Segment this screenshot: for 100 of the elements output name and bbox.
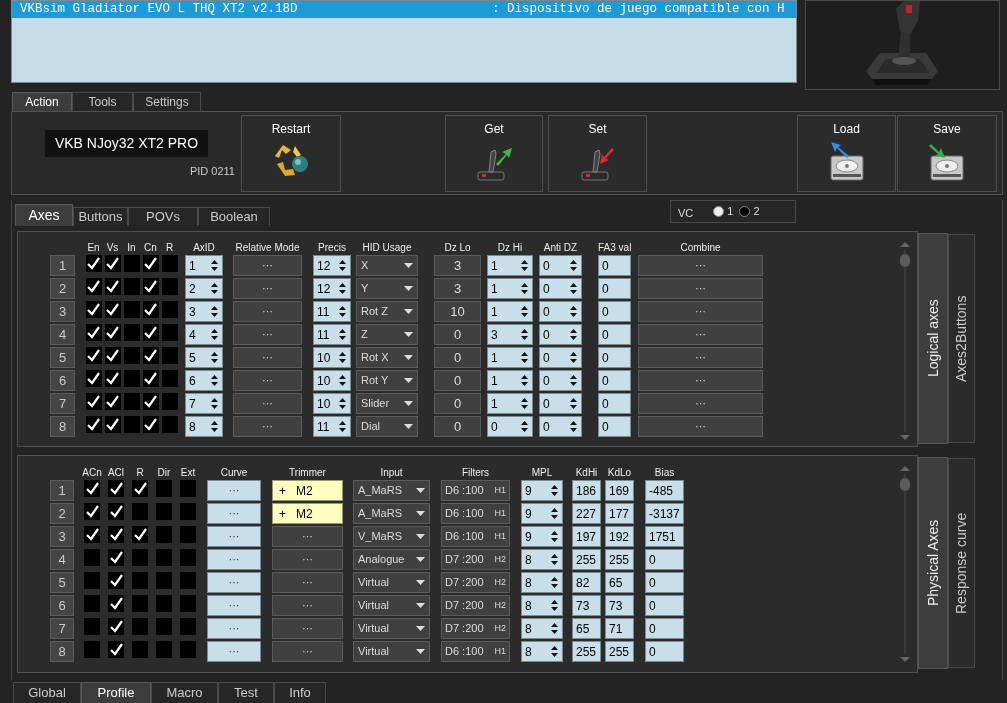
dropdown[interactable]: Z bbox=[356, 324, 418, 345]
dropdown[interactable]: Virtual bbox=[353, 595, 430, 616]
dropdown[interactable]: Virtual bbox=[353, 572, 430, 593]
kd-hi-field[interactable]: 255 bbox=[572, 641, 601, 662]
anti-dz-spinner[interactable]: 0 bbox=[539, 416, 582, 437]
relative-mode-button[interactable]: ··· bbox=[233, 416, 302, 437]
combine-button[interactable]: ··· bbox=[638, 255, 763, 276]
curve-button[interactable]: ··· bbox=[207, 572, 261, 593]
checkbox[interactable] bbox=[132, 526, 148, 543]
dz-hi-spinner[interactable]: 3 bbox=[487, 324, 533, 345]
tab[interactable]: Boolean bbox=[198, 207, 270, 226]
relative-mode-button[interactable]: ··· bbox=[233, 278, 302, 299]
bias-field[interactable]: -485 bbox=[645, 480, 684, 501]
filter-field[interactable]: D6 :100 H1 bbox=[441, 480, 510, 501]
anti-dz-spinner[interactable]: 0 bbox=[539, 393, 582, 414]
checkbox[interactable] bbox=[132, 572, 148, 589]
checkbox[interactable] bbox=[84, 572, 100, 589]
kd-lo-field[interactable]: 65 bbox=[605, 572, 634, 593]
dz-hi-spinner[interactable]: 1 bbox=[487, 301, 533, 322]
combine-button[interactable]: ··· bbox=[638, 393, 763, 414]
dz-lo-field[interactable]: 0 bbox=[434, 324, 481, 345]
row-number-button[interactable]: 5 bbox=[50, 572, 74, 593]
row-number-button[interactable]: 4 bbox=[50, 324, 75, 345]
kd-lo-field[interactable]: 255 bbox=[605, 641, 634, 662]
checkbox[interactable] bbox=[156, 549, 172, 566]
checkbox[interactable] bbox=[132, 595, 148, 612]
checkbox[interactable] bbox=[123, 370, 140, 387]
checkbox[interactable] bbox=[180, 595, 196, 612]
checkbox[interactable] bbox=[108, 503, 124, 520]
dropdown[interactable]: Analogue bbox=[353, 549, 430, 570]
dropdown[interactable]: V_MaRS bbox=[353, 526, 430, 547]
mpl-spinner[interactable]: 9 bbox=[521, 503, 563, 524]
tab[interactable]: Action bbox=[12, 92, 72, 111]
axid-spinner[interactable]: 8 bbox=[185, 416, 223, 437]
checkbox[interactable] bbox=[85, 278, 102, 295]
checkbox[interactable] bbox=[84, 526, 100, 543]
dropdown[interactable]: A_MaRS bbox=[353, 503, 430, 524]
checkbox[interactable] bbox=[161, 301, 178, 318]
checkbox[interactable] bbox=[104, 393, 121, 410]
checkbox[interactable] bbox=[108, 641, 124, 658]
dropdown[interactable]: Rot X bbox=[356, 347, 418, 368]
checkbox[interactable] bbox=[85, 416, 102, 433]
kd-hi-field[interactable]: 82 bbox=[572, 572, 601, 593]
checkbox[interactable] bbox=[123, 347, 140, 364]
checkbox[interactable] bbox=[180, 549, 196, 566]
row-number-button[interactable]: 3 bbox=[50, 301, 75, 322]
action-button[interactable]: Restart bbox=[241, 115, 341, 192]
row-number-button[interactable]: 6 bbox=[50, 595, 74, 616]
fa3-field[interactable]: 0 bbox=[598, 278, 631, 299]
combine-button[interactable]: ··· bbox=[638, 324, 763, 345]
checkbox[interactable] bbox=[85, 324, 102, 341]
precision-spinner[interactable]: 10 bbox=[313, 370, 351, 391]
row-number-button[interactable]: 1 bbox=[50, 255, 75, 276]
kd-hi-field[interactable]: 197 bbox=[572, 526, 601, 547]
filter-field[interactable]: D7 :200 H2 bbox=[441, 572, 510, 593]
action-button[interactable]: Load bbox=[797, 115, 896, 192]
checkbox[interactable] bbox=[132, 618, 148, 635]
filter-field[interactable]: D7 :200 H2 bbox=[441, 595, 510, 616]
checkbox[interactable] bbox=[156, 618, 172, 635]
dz-hi-spinner[interactable]: 1 bbox=[487, 347, 533, 368]
checkbox[interactable] bbox=[108, 595, 124, 612]
checkbox[interactable] bbox=[108, 572, 124, 589]
curve-button[interactable]: ··· bbox=[207, 480, 261, 501]
checkbox[interactable] bbox=[123, 416, 140, 433]
mpl-spinner[interactable]: 8 bbox=[521, 641, 563, 662]
checkbox[interactable] bbox=[85, 301, 102, 318]
tab[interactable]: Tools bbox=[72, 92, 133, 111]
checkbox[interactable] bbox=[156, 526, 172, 543]
checkbox[interactable] bbox=[123, 301, 140, 318]
checkbox[interactable] bbox=[84, 618, 100, 635]
checkbox[interactable] bbox=[108, 480, 124, 497]
axid-spinner[interactable]: 3 bbox=[185, 301, 223, 322]
mpl-spinner[interactable]: 8 bbox=[521, 595, 563, 616]
checkbox[interactable] bbox=[85, 347, 102, 364]
axid-spinner[interactable]: 1 bbox=[185, 255, 223, 276]
dropdown[interactable]: Slider bbox=[356, 393, 418, 414]
row-number-button[interactable]: 6 bbox=[50, 370, 75, 391]
row-number-button[interactable]: 2 bbox=[50, 278, 75, 299]
checkbox[interactable] bbox=[84, 549, 100, 566]
dz-lo-field[interactable]: 3 bbox=[434, 278, 481, 299]
combine-button[interactable]: ··· bbox=[638, 301, 763, 322]
anti-dz-spinner[interactable]: 0 bbox=[539, 347, 582, 368]
relative-mode-button[interactable]: ··· bbox=[233, 301, 302, 322]
checkbox[interactable] bbox=[104, 301, 121, 318]
trimmer-button[interactable]: ··· bbox=[272, 526, 343, 547]
checkbox[interactable] bbox=[84, 641, 100, 658]
bias-field[interactable]: 0 bbox=[645, 572, 684, 593]
curve-button[interactable]: ··· bbox=[207, 503, 261, 524]
dropdown[interactable]: Y bbox=[356, 278, 418, 299]
checkbox[interactable] bbox=[104, 278, 121, 295]
tab[interactable]: Buttons bbox=[73, 207, 128, 226]
row-number-button[interactable]: 1 bbox=[50, 480, 74, 501]
checkbox[interactable] bbox=[142, 416, 159, 433]
combine-button[interactable]: ··· bbox=[638, 347, 763, 368]
fa3-field[interactable]: 0 bbox=[598, 393, 631, 414]
bias-field[interactable]: 1751 bbox=[645, 526, 684, 547]
trimmer-button[interactable]: ··· bbox=[272, 618, 343, 639]
checkbox[interactable] bbox=[161, 324, 178, 341]
curve-button[interactable]: ··· bbox=[207, 618, 261, 639]
checkbox[interactable] bbox=[161, 393, 178, 410]
